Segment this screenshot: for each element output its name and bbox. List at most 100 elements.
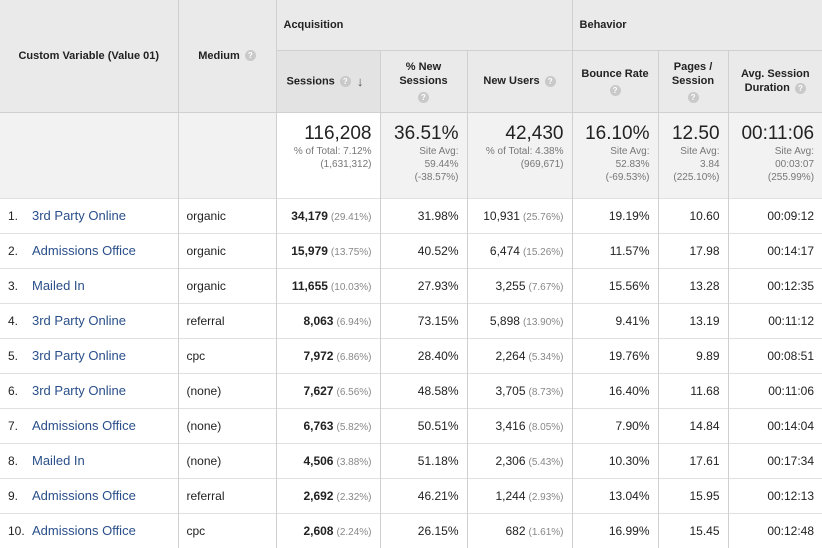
custom-variable-link[interactable]: 3rd Party Online (32, 348, 126, 363)
bounce-rate-cell: 16.40% (571, 372, 659, 408)
medium-cell: organic (177, 232, 276, 268)
custom-variable-link[interactable]: 3rd Party Online (32, 208, 126, 223)
help-icon[interactable]: ? (418, 91, 429, 103)
custom-variable-link[interactable]: Admissions Office (32, 523, 136, 538)
new-users-cell: 1,244 (2.93%) (466, 477, 573, 513)
bounce-rate-value: 19.19% (608, 208, 650, 223)
bounce-rate-cell: 19.19% (571, 197, 659, 233)
pct-new-sessions-value: 28.40% (417, 348, 459, 363)
help-icon[interactable]: ? (244, 50, 256, 62)
pages-session-cell: 10.60 (657, 197, 729, 233)
avg-session-duration-value: 00:11:12 (768, 313, 815, 328)
medium-value: cpc (186, 348, 206, 363)
new-users-value: 2,264 (495, 348, 526, 363)
help-icon[interactable]: ? (339, 75, 351, 87)
new-users-value: 3,416 (495, 418, 526, 433)
medium-value: (none) (186, 383, 222, 398)
help-icon[interactable]: ? (687, 91, 699, 103)
medium-cell: referral (177, 302, 276, 338)
pct-new-sessions-cell: 48.58% (379, 372, 467, 408)
bounce-rate-cell: 15.56% (571, 267, 659, 303)
table-row: 5. 3rd Party Online cpc 7,972 (6.86%) 28.4… (0, 337, 822, 373)
analytics-report-table: Custom Variable (Value 01) Medium? Acqui… (0, 0, 822, 548)
sessions-cell: 4,506 (3.88%) (275, 442, 380, 478)
sessions-value: 2,608 (303, 523, 334, 538)
table-row: 2. Admissions Office organic 15,979 (13.75… (0, 232, 822, 268)
dimension-cell: 2. Admissions Office (0, 232, 178, 268)
medium-value: referral (186, 488, 225, 503)
pct-new-sessions-cell: 27.93% (379, 267, 467, 303)
help-icon[interactable]: ? (609, 84, 621, 96)
new-users-cell: 2,264 (5.34%) (466, 337, 573, 373)
totals-row: 116,208 % of Total: 7.12% (1,631,312) 36… (0, 111, 822, 198)
column-header-sessions[interactable]: Sessions? ↓ (275, 49, 380, 112)
totals-sessions: 116,208 % of Total: 7.12% (1,631,312) (275, 111, 380, 198)
custom-variable-link[interactable]: 3rd Party Online (32, 313, 126, 328)
custom-variable-link[interactable]: Mailed In (32, 278, 85, 293)
sort-descending-icon[interactable]: ↓ (357, 74, 364, 89)
sessions-percent: (5.82%) (336, 421, 372, 433)
column-header-pages-session[interactable]: Pages / Session? (657, 49, 729, 112)
pages-session-value: 13.28 (689, 278, 720, 293)
bounce-rate-value: 15.56% (608, 278, 650, 293)
medium-value: (none) (186, 418, 222, 433)
help-icon[interactable]: ? (794, 82, 806, 94)
column-header-medium[interactable]: Medium? (177, 0, 276, 112)
help-icon[interactable]: ? (544, 75, 556, 87)
group-header-behavior: Behavior (571, 0, 822, 50)
medium-cell: (none) (177, 407, 276, 443)
table-row: 10. Admissions Office cpc 2,608 (2.24%) 26… (0, 512, 822, 548)
pct-new-sessions-value: 40.52% (417, 243, 459, 258)
sessions-percent: (6.56%) (336, 386, 372, 398)
custom-variable-link[interactable]: Admissions Office (32, 418, 136, 433)
pages-session-cell: 9.89 (657, 337, 729, 373)
new-users-percent: (5.43%) (528, 456, 564, 468)
new-users-cell: 6,474 (15.26%) (466, 232, 573, 268)
row-index: 2. (8, 244, 19, 258)
medium-value: organic (186, 243, 226, 258)
sessions-value: 8,063 (303, 313, 334, 328)
bounce-rate-cell: 19.76% (571, 337, 659, 373)
avg-session-duration-value: 00:17:34 (767, 453, 815, 468)
custom-variable-link[interactable]: 3rd Party Online (32, 383, 126, 398)
custom-variable-link[interactable]: Admissions Office (32, 243, 136, 258)
medium-value: referral (186, 313, 225, 328)
column-header-pct-new-sessions[interactable]: % New Sessions? (379, 49, 467, 112)
pages-session-value: 17.61 (689, 453, 720, 468)
medium-cell: (none) (177, 442, 276, 478)
row-index: 9. (8, 489, 19, 503)
new-users-percent: (13.90%) (522, 316, 564, 328)
pages-session-value: 9.89 (696, 348, 720, 363)
column-header-custom-variable[interactable]: Custom Variable (Value 01) (0, 0, 178, 112)
totals-bounce-rate: 16.10% Site Avg: 52.83% (-69.53%) (571, 111, 659, 198)
sessions-cell: 7,972 (6.86%) (275, 337, 380, 373)
column-header-avg-session-duration[interactable]: Avg. Session Duration? (727, 49, 822, 112)
dimension-cell: 1. 3rd Party Online (0, 197, 178, 233)
dimension-cell: 6. 3rd Party Online (0, 372, 178, 408)
custom-variable-link[interactable]: Admissions Office (32, 488, 136, 503)
avg-session-duration-cell: 00:11:12 (727, 302, 822, 338)
sessions-value: 6,763 (303, 418, 334, 433)
new-users-value: 2,306 (495, 453, 526, 468)
pages-session-cell: 11.68 (657, 372, 729, 408)
pct-new-sessions-value: 31.98% (417, 208, 459, 223)
avg-session-duration-value: 00:14:04 (767, 418, 815, 433)
dimension-cell: 4. 3rd Party Online (0, 302, 178, 338)
bounce-rate-value: 19.76% (608, 348, 650, 363)
custom-variable-link[interactable]: Mailed In (32, 453, 85, 468)
pages-session-cell: 13.28 (657, 267, 729, 303)
avg-session-duration-value: 00:12:13 (767, 488, 815, 503)
bounce-rate-cell: 11.57% (571, 232, 659, 268)
sessions-cell: 6,763 (5.82%) (275, 407, 380, 443)
sessions-percent: (2.24%) (336, 526, 372, 538)
dimension-cell: 7. Admissions Office (0, 407, 178, 443)
column-header-bounce-rate[interactable]: Bounce Rate? (571, 49, 659, 112)
column-header-new-users[interactable]: New Users? (466, 49, 573, 112)
bounce-rate-cell: 10.30% (571, 442, 659, 478)
bounce-rate-cell: 16.99% (571, 512, 659, 548)
medium-value: organic (186, 278, 226, 293)
bounce-rate-value: 10.30% (608, 453, 650, 468)
new-users-value: 5,898 (489, 313, 520, 328)
row-index: 4. (8, 314, 19, 328)
new-users-value: 3,255 (495, 278, 526, 293)
